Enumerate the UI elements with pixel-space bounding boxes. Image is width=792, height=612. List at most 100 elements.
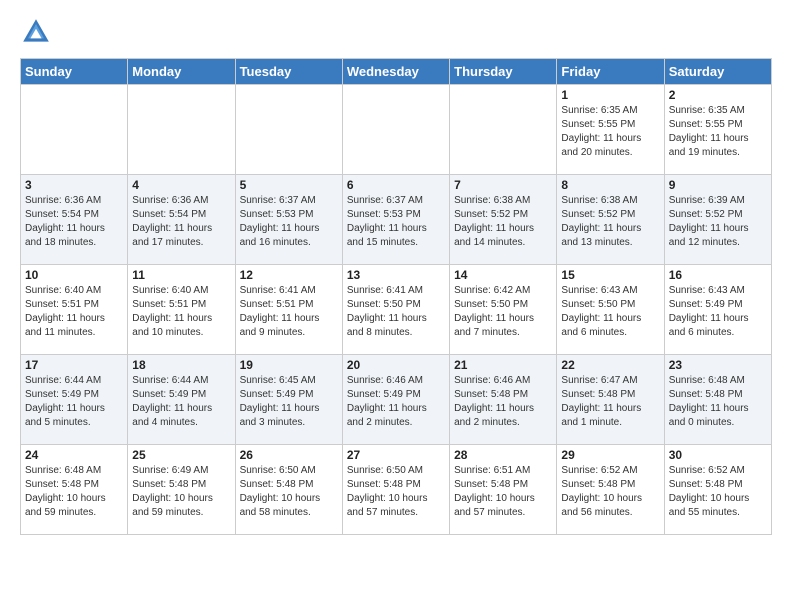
day-cell: 27 Sunrise: 6:50 AM Sunset: 5:48 PM Dayli… bbox=[342, 445, 449, 535]
day-number: 29 bbox=[561, 448, 659, 462]
day-info: Sunrise: 6:47 AM Sunset: 5:48 PM Dayligh… bbox=[561, 374, 659, 430]
week-row-1: 1 Sunrise: 6:35 AM Sunset: 5:55 PM Daylig… bbox=[21, 85, 772, 175]
day-cell: 26 Sunrise: 6:50 AM Sunset: 5:48 PM Dayli… bbox=[235, 445, 342, 535]
header-row: SundayMondayTuesdayWednesdayThursdayFrid… bbox=[21, 59, 772, 85]
day-number: 9 bbox=[669, 178, 767, 192]
day-info: Sunrise: 6:37 AM Sunset: 5:53 PM Dayligh… bbox=[240, 194, 338, 250]
day-cell: 3 Sunrise: 6:36 AM Sunset: 5:54 PM Daylig… bbox=[21, 175, 128, 265]
day-info: Sunrise: 6:36 AM Sunset: 5:54 PM Dayligh… bbox=[25, 194, 123, 250]
day-cell: 2 Sunrise: 6:35 AM Sunset: 5:55 PM Daylig… bbox=[664, 85, 771, 175]
day-cell: 7 Sunrise: 6:38 AM Sunset: 5:52 PM Daylig… bbox=[450, 175, 557, 265]
day-info: Sunrise: 6:40 AM Sunset: 5:51 PM Dayligh… bbox=[25, 284, 123, 340]
day-number: 20 bbox=[347, 358, 445, 372]
logo-icon bbox=[20, 16, 52, 48]
day-info: Sunrise: 6:35 AM Sunset: 5:55 PM Dayligh… bbox=[669, 104, 767, 160]
day-cell: 4 Sunrise: 6:36 AM Sunset: 5:54 PM Daylig… bbox=[128, 175, 235, 265]
header-day-tuesday: Tuesday bbox=[235, 59, 342, 85]
day-cell: 24 Sunrise: 6:48 AM Sunset: 5:48 PM Dayli… bbox=[21, 445, 128, 535]
day-number: 24 bbox=[25, 448, 123, 462]
day-cell: 28 Sunrise: 6:51 AM Sunset: 5:48 PM Dayli… bbox=[450, 445, 557, 535]
day-cell bbox=[21, 85, 128, 175]
day-number: 21 bbox=[454, 358, 552, 372]
day-info: Sunrise: 6:44 AM Sunset: 5:49 PM Dayligh… bbox=[132, 374, 230, 430]
day-info: Sunrise: 6:46 AM Sunset: 5:49 PM Dayligh… bbox=[347, 374, 445, 430]
day-info: Sunrise: 6:38 AM Sunset: 5:52 PM Dayligh… bbox=[454, 194, 552, 250]
calendar-body: 1 Sunrise: 6:35 AM Sunset: 5:55 PM Daylig… bbox=[21, 85, 772, 535]
day-info: Sunrise: 6:37 AM Sunset: 5:53 PM Dayligh… bbox=[347, 194, 445, 250]
day-number: 10 bbox=[25, 268, 123, 282]
day-number: 28 bbox=[454, 448, 552, 462]
day-number: 13 bbox=[347, 268, 445, 282]
day-info: Sunrise: 6:43 AM Sunset: 5:50 PM Dayligh… bbox=[561, 284, 659, 340]
day-number: 15 bbox=[561, 268, 659, 282]
day-cell: 9 Sunrise: 6:39 AM Sunset: 5:52 PM Daylig… bbox=[664, 175, 771, 265]
week-row-3: 10 Sunrise: 6:40 AM Sunset: 5:51 PM Dayli… bbox=[21, 265, 772, 355]
day-cell: 1 Sunrise: 6:35 AM Sunset: 5:55 PM Daylig… bbox=[557, 85, 664, 175]
header-day-monday: Monday bbox=[128, 59, 235, 85]
day-number: 4 bbox=[132, 178, 230, 192]
day-info: Sunrise: 6:51 AM Sunset: 5:48 PM Dayligh… bbox=[454, 464, 552, 520]
day-info: Sunrise: 6:50 AM Sunset: 5:48 PM Dayligh… bbox=[347, 464, 445, 520]
day-cell: 30Sunrise: 6:52 AM Sunset: 5:48 PM Dayli… bbox=[664, 445, 771, 535]
day-cell: 8 Sunrise: 6:38 AM Sunset: 5:52 PM Daylig… bbox=[557, 175, 664, 265]
day-number: 8 bbox=[561, 178, 659, 192]
day-info: Sunrise: 6:48 AM Sunset: 5:48 PM Dayligh… bbox=[25, 464, 123, 520]
day-info: Sunrise: 6:38 AM Sunset: 5:52 PM Dayligh… bbox=[561, 194, 659, 250]
day-cell: 18Sunrise: 6:44 AM Sunset: 5:49 PM Dayli… bbox=[128, 355, 235, 445]
day-cell: 22 Sunrise: 6:47 AM Sunset: 5:48 PM Dayli… bbox=[557, 355, 664, 445]
day-number: 26 bbox=[240, 448, 338, 462]
day-cell: 14Sunrise: 6:42 AM Sunset: 5:50 PM Dayli… bbox=[450, 265, 557, 355]
day-info: Sunrise: 6:35 AM Sunset: 5:55 PM Dayligh… bbox=[561, 104, 659, 160]
day-info: Sunrise: 6:49 AM Sunset: 5:48 PM Dayligh… bbox=[132, 464, 230, 520]
header-day-wednesday: Wednesday bbox=[342, 59, 449, 85]
calendar: SundayMondayTuesdayWednesdayThursdayFrid… bbox=[20, 58, 772, 535]
day-info: Sunrise: 6:36 AM Sunset: 5:54 PM Dayligh… bbox=[132, 194, 230, 250]
day-info: Sunrise: 6:52 AM Sunset: 5:48 PM Dayligh… bbox=[561, 464, 659, 520]
day-number: 3 bbox=[25, 178, 123, 192]
day-info: Sunrise: 6:39 AM Sunset: 5:52 PM Dayligh… bbox=[669, 194, 767, 250]
day-info: Sunrise: 6:46 AM Sunset: 5:48 PM Dayligh… bbox=[454, 374, 552, 430]
day-info: Sunrise: 6:41 AM Sunset: 5:50 PM Dayligh… bbox=[347, 284, 445, 340]
day-cell: 12Sunrise: 6:41 AM Sunset: 5:51 PM Dayli… bbox=[235, 265, 342, 355]
day-cell: 10 Sunrise: 6:40 AM Sunset: 5:51 PM Dayli… bbox=[21, 265, 128, 355]
header-day-friday: Friday bbox=[557, 59, 664, 85]
day-cell: 13 Sunrise: 6:41 AM Sunset: 5:50 PM Dayli… bbox=[342, 265, 449, 355]
header-day-sunday: Sunday bbox=[21, 59, 128, 85]
day-number: 25 bbox=[132, 448, 230, 462]
day-number: 2 bbox=[669, 88, 767, 102]
day-cell bbox=[342, 85, 449, 175]
day-number: 17 bbox=[25, 358, 123, 372]
day-number: 30 bbox=[669, 448, 767, 462]
day-cell: 11Sunrise: 6:40 AM Sunset: 5:51 PM Dayli… bbox=[128, 265, 235, 355]
day-cell: 20 Sunrise: 6:46 AM Sunset: 5:49 PM Dayli… bbox=[342, 355, 449, 445]
day-cell: 19 Sunrise: 6:45 AM Sunset: 5:49 PM Dayli… bbox=[235, 355, 342, 445]
day-number: 16 bbox=[669, 268, 767, 282]
day-number: 6 bbox=[347, 178, 445, 192]
day-cell: 23Sunrise: 6:48 AM Sunset: 5:48 PM Dayli… bbox=[664, 355, 771, 445]
day-cell: 15 Sunrise: 6:43 AM Sunset: 5:50 PM Dayli… bbox=[557, 265, 664, 355]
day-number: 1 bbox=[561, 88, 659, 102]
day-number: 7 bbox=[454, 178, 552, 192]
day-cell bbox=[128, 85, 235, 175]
day-cell: 25 Sunrise: 6:49 AM Sunset: 5:48 PM Dayli… bbox=[128, 445, 235, 535]
day-cell: 16Sunrise: 6:43 AM Sunset: 5:49 PM Dayli… bbox=[664, 265, 771, 355]
day-number: 19 bbox=[240, 358, 338, 372]
header-day-thursday: Thursday bbox=[450, 59, 557, 85]
day-cell bbox=[235, 85, 342, 175]
day-number: 22 bbox=[561, 358, 659, 372]
day-info: Sunrise: 6:45 AM Sunset: 5:49 PM Dayligh… bbox=[240, 374, 338, 430]
day-number: 23 bbox=[669, 358, 767, 372]
calendar-header: SundayMondayTuesdayWednesdayThursdayFrid… bbox=[21, 59, 772, 85]
day-cell: 5 Sunrise: 6:37 AM Sunset: 5:53 PM Daylig… bbox=[235, 175, 342, 265]
day-number: 27 bbox=[347, 448, 445, 462]
day-info: Sunrise: 6:50 AM Sunset: 5:48 PM Dayligh… bbox=[240, 464, 338, 520]
logo bbox=[20, 16, 56, 48]
week-row-2: 3 Sunrise: 6:36 AM Sunset: 5:54 PM Daylig… bbox=[21, 175, 772, 265]
day-cell: 29 Sunrise: 6:52 AM Sunset: 5:48 PM Dayli… bbox=[557, 445, 664, 535]
header-day-saturday: Saturday bbox=[664, 59, 771, 85]
day-number: 5 bbox=[240, 178, 338, 192]
page-header bbox=[20, 16, 772, 48]
week-row-4: 17 Sunrise: 6:44 AM Sunset: 5:49 PM Dayli… bbox=[21, 355, 772, 445]
day-info: Sunrise: 6:44 AM Sunset: 5:49 PM Dayligh… bbox=[25, 374, 123, 430]
day-number: 14 bbox=[454, 268, 552, 282]
